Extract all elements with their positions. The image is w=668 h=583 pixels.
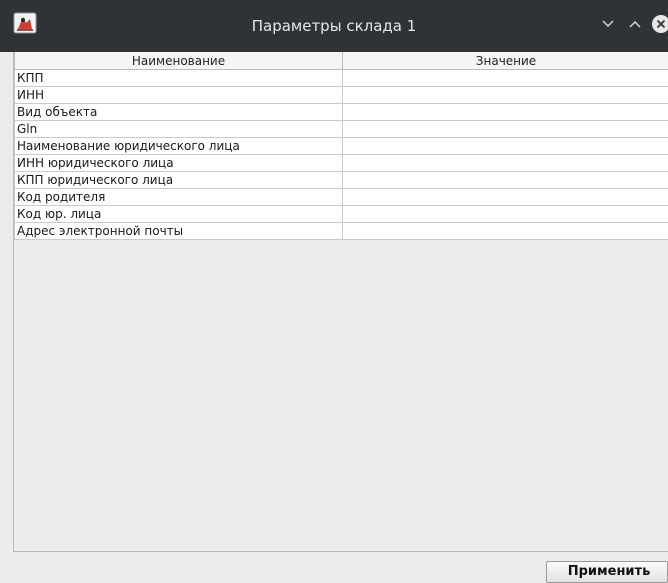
table-header-row: Наименование Значение bbox=[15, 52, 668, 70]
param-value-cell[interactable] bbox=[343, 223, 668, 240]
column-header-name[interactable]: Наименование bbox=[15, 52, 343, 70]
table-row[interactable]: Код юр. лица bbox=[15, 206, 668, 223]
param-name-cell[interactable]: Код родителя bbox=[15, 189, 343, 206]
maximize-button[interactable] bbox=[625, 14, 645, 34]
param-name-cell[interactable]: Наименование юридического лица bbox=[15, 138, 343, 155]
param-value-cell[interactable] bbox=[343, 121, 668, 138]
parameters-table-panel[interactable]: Наименование Значение КПП ИНН Вид объект… bbox=[13, 52, 668, 552]
param-value-cell[interactable] bbox=[343, 172, 668, 189]
param-value-cell[interactable] bbox=[343, 189, 668, 206]
param-name-cell[interactable]: Адрес электронной почты bbox=[15, 223, 343, 240]
param-value-cell[interactable] bbox=[343, 138, 668, 155]
table-row[interactable]: Наименование юридического лица bbox=[15, 138, 668, 155]
table-row[interactable]: Вид объекта bbox=[15, 104, 668, 121]
table-row[interactable]: ИНН bbox=[15, 87, 668, 104]
table-row[interactable]: Код родителя bbox=[15, 189, 668, 206]
param-name-cell[interactable]: КПП bbox=[15, 70, 343, 87]
param-name-cell[interactable]: КПП юридического лица bbox=[15, 172, 343, 189]
parameters-table[interactable]: Наименование Значение КПП ИНН Вид объект… bbox=[14, 52, 668, 240]
param-value-cell[interactable] bbox=[343, 155, 668, 172]
column-header-value[interactable]: Значение bbox=[343, 52, 668, 70]
param-name-cell[interactable]: Вид объекта bbox=[15, 104, 343, 121]
maximize-icon bbox=[628, 19, 642, 29]
close-button[interactable] bbox=[651, 14, 668, 34]
table-row[interactable]: Gln bbox=[15, 121, 668, 138]
param-value-cell[interactable] bbox=[343, 87, 668, 104]
param-name-cell[interactable]: ИНН юридического лица bbox=[15, 155, 343, 172]
table-row[interactable]: КПП юридического лица bbox=[15, 172, 668, 189]
minimize-icon bbox=[601, 19, 615, 29]
apply-button[interactable]: Применить bbox=[546, 561, 668, 583]
param-value-cell[interactable] bbox=[343, 104, 668, 121]
table-row[interactable]: ИНН юридического лица bbox=[15, 155, 668, 172]
table-row[interactable]: Адрес электронной почты bbox=[15, 223, 668, 240]
close-icon bbox=[651, 14, 668, 34]
param-name-cell[interactable]: Gln bbox=[15, 121, 343, 138]
param-value-cell[interactable] bbox=[343, 206, 668, 223]
param-value-cell[interactable] bbox=[343, 70, 668, 87]
minimize-button[interactable] bbox=[598, 14, 618, 34]
param-name-cell[interactable]: Код юр. лица bbox=[15, 206, 343, 223]
table-row[interactable]: КПП bbox=[15, 70, 668, 87]
title-bar[interactable]: Параметры склада 1 bbox=[0, 0, 668, 52]
param-name-cell[interactable]: ИНН bbox=[15, 87, 343, 104]
window-title: Параметры склада 1 bbox=[0, 17, 668, 35]
